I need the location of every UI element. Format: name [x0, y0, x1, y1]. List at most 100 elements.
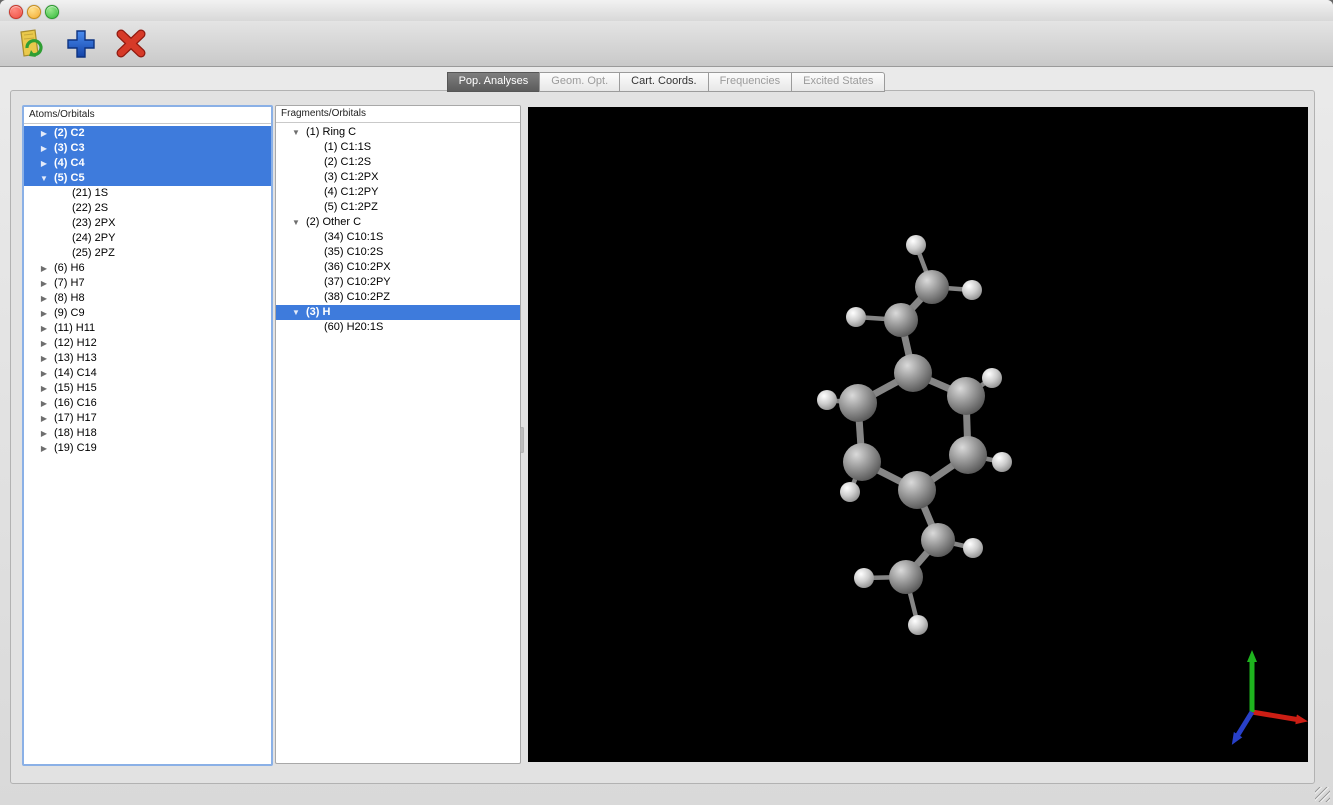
- disclosure-triangle-icon[interactable]: ▶: [38, 141, 50, 156]
- tree-row[interactable]: (1) C1:1S: [276, 140, 520, 155]
- tab[interactable]: Geom. Opt.: [539, 72, 620, 92]
- close-button[interactable]: [9, 5, 23, 19]
- tree-row[interactable]: ▶ (9) C9: [24, 306, 271, 321]
- tree-row[interactable]: ▶(16) C16: [24, 396, 271, 411]
- disclosure-triangle-icon[interactable]: ▶: [38, 411, 50, 426]
- tree-row-label: (23) 2PX: [72, 217, 115, 229]
- tree-row-label: (13) H13: [54, 352, 97, 364]
- tree-row[interactable]: ▶ (17) H17: [24, 411, 271, 426]
- disclosure-triangle-icon[interactable]: ▶: [38, 261, 50, 276]
- tree-row[interactable]: ▶ (19) C19: [24, 441, 271, 456]
- tree-row[interactable]: ▼(5) C5: [24, 171, 271, 186]
- disclosure-triangle-icon[interactable]: ▶: [38, 426, 50, 441]
- toolbar: [0, 21, 1333, 67]
- tree-row-label: (60) H20:1S: [324, 321, 383, 333]
- disclosure-triangle-icon[interactable]: ▶: [38, 321, 50, 336]
- tree-row[interactable]: ▼(2) Other C: [276, 215, 520, 230]
- red-x-icon: [114, 27, 148, 61]
- plus-icon: [64, 27, 98, 61]
- zoom-button[interactable]: [45, 5, 59, 19]
- tab-bar: Pop. Analyses Geom. Opt. Cart. Coords. F…: [0, 72, 1333, 92]
- resize-grip[interactable]: [1315, 787, 1330, 802]
- tab-label: Geom. Opt.: [551, 75, 608, 87]
- disclosure-triangle-icon[interactable]: ▼: [290, 215, 302, 230]
- content-area: Atoms/Orbitals ▶ (2) C2 ▶(3) C3 ▶ (4) C4 ▼…: [10, 90, 1315, 784]
- disclosure-triangle-icon[interactable]: ▶: [38, 336, 50, 351]
- disclosure-triangle-icon[interactable]: ▶: [38, 306, 50, 321]
- delete-button[interactable]: [114, 27, 148, 61]
- add-button[interactable]: [64, 27, 98, 61]
- tree-row-label: (24) 2PY: [72, 232, 115, 244]
- fragments-orbitals-tree: ▼(1) Ring C (1) C1:1S (2) C1:2S (3) C1:2…: [276, 125, 520, 763]
- tree-row[interactable]: (24) 2PY: [24, 231, 271, 246]
- disclosure-triangle-icon[interactable]: ▶: [38, 441, 50, 456]
- open-file-button[interactable]: [14, 27, 48, 61]
- tree-row[interactable]: ▶ (18) H18: [24, 426, 271, 441]
- disclosure-triangle-icon[interactable]: ▶: [38, 351, 50, 366]
- tree-row[interactable]: (5) C1:2PZ: [276, 200, 520, 215]
- tree-row[interactable]: (60) H20:1S: [276, 320, 520, 335]
- atoms-panel: Atoms/Orbitals ▶ (2) C2 ▶(3) C3 ▶ (4) C4 ▼…: [22, 105, 273, 766]
- tab-label: Excited States: [803, 75, 873, 87]
- tree-row-label: (9) C9: [54, 307, 85, 319]
- disclosure-triangle-icon[interactable]: ▼: [290, 305, 302, 320]
- tree-row[interactable]: ▶(11) H11: [24, 321, 271, 336]
- disclosure-triangle-icon[interactable]: ▼: [38, 171, 50, 186]
- tree-row[interactable]: ▶(14) C14: [24, 366, 271, 381]
- tab[interactable]: Excited States: [791, 72, 885, 92]
- disclosure-triangle-icon[interactable]: ▼: [290, 125, 302, 140]
- fragments-panel-title: Fragments/Orbitals: [276, 106, 520, 123]
- tree-row[interactable]: ▼(1) Ring C: [276, 125, 520, 140]
- disclosure-triangle-icon[interactable]: ▶: [38, 396, 50, 411]
- tree-row[interactable]: (3) C1:2PX: [276, 170, 520, 185]
- tree-row[interactable]: (25) 2PZ: [24, 246, 271, 261]
- tree-row[interactable]: (36) C10:2PX: [276, 260, 520, 275]
- tree-row[interactable]: ▶(3) C3: [24, 141, 271, 156]
- tree-row[interactable]: (4) C1:2PY: [276, 185, 520, 200]
- tree-row[interactable]: ▶ (15) H15: [24, 381, 271, 396]
- tree-row[interactable]: ▶(6) H6: [24, 261, 271, 276]
- tree-row-label: (5) C1:2PZ: [324, 201, 378, 213]
- tree-row[interactable]: (38) C10:2PZ: [276, 290, 520, 305]
- atoms-panel-title: Atoms/Orbitals: [24, 107, 271, 124]
- tree-row-label: (4) C4: [54, 157, 85, 169]
- tree-row-label: (2) C2: [54, 127, 85, 139]
- tab[interactable]: Cart. Coords.: [619, 72, 708, 92]
- tree-row-label: (15) H15: [54, 382, 97, 394]
- tree-row[interactable]: (35) C10:2S: [276, 245, 520, 260]
- tree-row[interactable]: ▶(8) H8: [24, 291, 271, 306]
- tree-row-label: (17) H17: [54, 412, 97, 424]
- panel-splitter-handle[interactable]: [520, 427, 524, 453]
- tree-row[interactable]: (22) 2S: [24, 201, 271, 216]
- tree-row-label: (35) C10:2S: [324, 246, 383, 258]
- orientation-axes-icon: [1236, 658, 1300, 738]
- tree-row-label: (19) C19: [54, 442, 97, 454]
- tab[interactable]: Frequencies: [708, 72, 793, 92]
- tree-row[interactable]: (37) C10:2PY: [276, 275, 520, 290]
- tree-row-label: (36) C10:2PX: [324, 261, 391, 273]
- tree-row[interactable]: ▶ (2) C2: [24, 126, 271, 141]
- disclosure-triangle-icon[interactable]: ▶: [38, 366, 50, 381]
- tab[interactable]: Pop. Analyses: [447, 72, 541, 92]
- disclosure-triangle-icon[interactable]: ▶: [38, 381, 50, 396]
- tree-row[interactable]: ▶ (13) H13: [24, 351, 271, 366]
- disclosure-triangle-icon[interactable]: ▶: [38, 291, 50, 306]
- disclosure-triangle-icon[interactable]: ▶: [38, 126, 50, 141]
- tree-row-label: (18) H18: [54, 427, 97, 439]
- tree-row[interactable]: (21) 1S: [24, 186, 271, 201]
- tree-row[interactable]: (2) C1:2S: [276, 155, 520, 170]
- tree-row[interactable]: ▶ (7) H7: [24, 276, 271, 291]
- molecule-viewer[interactable]: [528, 107, 1308, 762]
- tree-row[interactable]: ▶(12) H12: [24, 336, 271, 351]
- tree-row-label: (3) C1:2PX: [324, 171, 378, 183]
- disclosure-triangle-icon[interactable]: ▶: [38, 156, 50, 171]
- disclosure-triangle-icon[interactable]: ▶: [38, 276, 50, 291]
- minimize-button[interactable]: [27, 5, 41, 19]
- tree-row-label: (22) 2S: [72, 202, 108, 214]
- tree-row[interactable]: (34) C10:1S: [276, 230, 520, 245]
- fragments-panel: Fragments/Orbitals ▼(1) Ring C (1) C1:1S…: [275, 105, 521, 764]
- tree-row[interactable]: ▼(3) H: [276, 305, 520, 320]
- tree-row[interactable]: ▶ (4) C4: [24, 156, 271, 171]
- tree-row[interactable]: (23) 2PX: [24, 216, 271, 231]
- tree-row-label: (7) H7: [54, 277, 85, 289]
